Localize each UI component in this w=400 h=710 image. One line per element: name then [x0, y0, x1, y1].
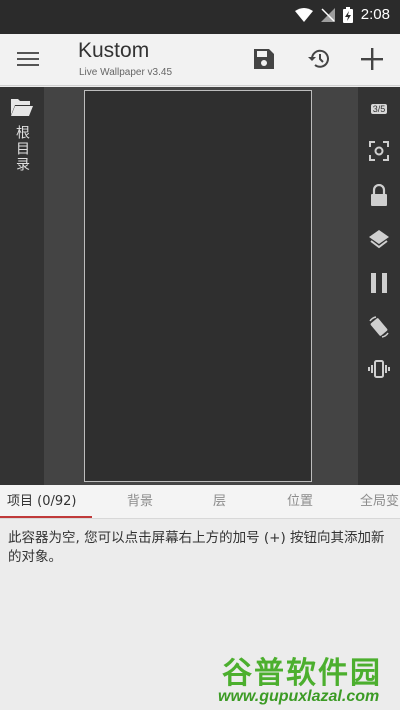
focus-icon [369, 141, 389, 161]
watermark-title: 谷普软件园 [222, 656, 382, 691]
screen-pages-button[interactable]: 3/5 [363, 93, 395, 125]
battery-charging-icon [342, 6, 353, 23]
right-toolbar: 3/5 [358, 87, 400, 485]
focus-button[interactable] [363, 135, 395, 167]
wifi-icon [294, 7, 313, 22]
empty-container-message: 此容器为空, 您可以点击屏幕右上方的加号 (+) 按钮向其添加新的对象。 [8, 530, 385, 565]
rotate-icon [369, 316, 389, 338]
wallpaper-preview[interactable] [84, 90, 312, 482]
layers-button[interactable] [363, 223, 395, 255]
tab-position[interactable]: 位置 [287, 485, 313, 518]
status-bar: 2:08 [0, 0, 400, 34]
lock-icon [371, 184, 387, 206]
canvas-area [44, 87, 358, 485]
editor-area: 根目录 3/5 [0, 87, 400, 485]
watermark: 谷普软件园 www.gupuxlazal.com [218, 648, 400, 708]
tab-bar: 项目 (0/92) 背景 层 位置 全局变 [0, 485, 400, 519]
layers-icon [369, 230, 389, 249]
vibrate-button[interactable] [363, 353, 395, 385]
app-subtitle: Live Wallpaper v3.45 [79, 67, 173, 78]
menu-icon [17, 52, 39, 54]
pause-icon [371, 273, 387, 293]
watermark-url: www.gupuxlazal.com [218, 688, 380, 705]
app-title: Kustom [78, 39, 150, 62]
lock-button[interactable] [363, 179, 395, 211]
folder-open-icon [11, 99, 33, 116]
root-directory-label: 根目录 [14, 125, 30, 173]
app-bar: Kustom Live Wallpaper v3.45 [0, 34, 400, 86]
save-icon [254, 49, 274, 69]
history-icon [308, 49, 329, 68]
add-button[interactable] [355, 42, 389, 76]
tab-layer[interactable]: 层 [213, 485, 226, 518]
no-signal-icon [320, 7, 335, 22]
history-button[interactable] [302, 42, 336, 76]
status-icons: 2:08 [294, 6, 390, 23]
save-button[interactable] [247, 42, 281, 76]
root-panel[interactable]: 根目录 [0, 87, 44, 485]
tab-items[interactable]: 项目 (0/92) [7, 485, 76, 518]
menu-button[interactable] [10, 44, 46, 74]
status-time: 2:08 [360, 6, 390, 23]
page-indicator: 3/5 [370, 104, 388, 114]
root-folder-button[interactable] [10, 97, 34, 119]
rotate-button[interactable] [363, 311, 395, 343]
tab-globals[interactable]: 全局变 [360, 485, 399, 518]
add-icon [361, 48, 383, 70]
vibrate-icon [368, 360, 390, 378]
pause-button[interactable] [363, 267, 395, 299]
tab-background[interactable]: 背景 [127, 485, 153, 518]
